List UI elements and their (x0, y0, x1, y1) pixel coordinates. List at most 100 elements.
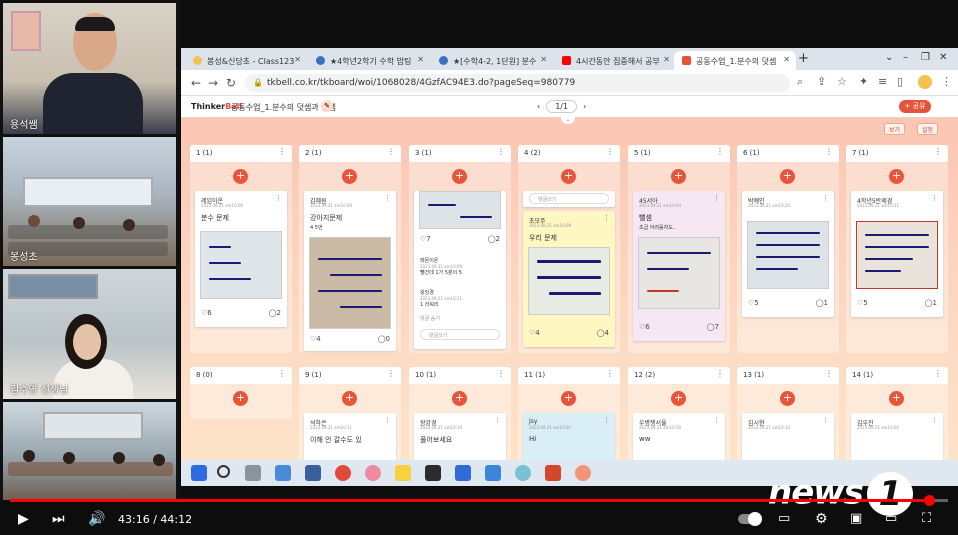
card-menu-icon[interactable]: ⋮ (603, 416, 610, 424)
comment-icon[interactable]: ◯7 (707, 323, 719, 331)
card-menu-icon[interactable]: ⋮ (384, 416, 391, 424)
like-icon[interactable]: ♡4 (310, 335, 321, 343)
post-card[interactable]: 석하은 2023.09.21 am10:11 ⋮ 이해 안 갈수도 있 (304, 413, 396, 460)
add-post-button[interactable]: + (452, 391, 467, 406)
column-menu-icon[interactable]: ⋮ (387, 147, 395, 156)
add-post-button[interactable]: + (233, 169, 248, 184)
comment-input[interactable]: 댓글쓰기 (529, 193, 609, 204)
card-menu-icon[interactable]: ⋮ (931, 194, 938, 202)
autoplay-toggle[interactable] (738, 512, 762, 526)
card-menu-icon[interactable]: ⋮ (384, 194, 391, 202)
comment-icon[interactable]: ◯1 (816, 299, 828, 307)
column-menu-icon[interactable]: ⋮ (825, 147, 833, 156)
column-menu-icon[interactable]: ⋮ (606, 369, 614, 378)
app-icon[interactable] (575, 465, 591, 481)
post-card[interactable]: 우병쟁서율 2023.09.21 am10:10 ⋮ ww (633, 413, 725, 460)
add-post-button[interactable]: + (780, 391, 795, 406)
card-menu-icon[interactable]: ⋮ (603, 214, 610, 222)
new-tab-button[interactable]: + (798, 51, 809, 66)
column-menu-icon[interactable]: ⋮ (716, 147, 724, 156)
add-post-button[interactable]: + (342, 391, 357, 406)
post-card[interactable]: ♡7 ◯2 레몬이온 2023.09.21 am10:09 뺄건데 1가 5분의 5… (414, 191, 506, 349)
share-button[interactable]: + 공유 (899, 100, 931, 113)
close-icon[interactable]: ✕ (663, 55, 670, 64)
card-menu-icon[interactable]: ⋮ (713, 194, 720, 202)
post-photo[interactable] (856, 221, 938, 289)
card-menu-icon[interactable]: ⋮ (713, 416, 720, 424)
column-menu-icon[interactable]: ⋮ (934, 369, 942, 378)
post-photo[interactable] (638, 237, 720, 309)
volume-icon[interactable]: 🔊 (88, 511, 105, 527)
post-card[interactable]: 왕강경 2023.09.21 am10:19 ⋮ 풀어보세요 (414, 413, 506, 460)
hide-comments-link[interactable]: 댓글 숨기 (420, 315, 440, 322)
post-card[interactable]: 4학년5반제경 2023.09.21 am10:11 ⋮ ♡5 ◯1 (851, 191, 943, 317)
browser-tab-2[interactable]: ★4학년2학기 수학 밥팅 ✕ (308, 51, 430, 70)
comment-icon[interactable]: ◯2 (269, 309, 281, 317)
column-menu-icon[interactable]: ⋮ (387, 369, 395, 378)
forward-icon[interactable]: → (208, 76, 218, 90)
scrubber-handle[interactable] (924, 495, 936, 506)
next-icon[interactable]: ⏭ (52, 511, 65, 527)
post-card[interactable]: 레임이온 2023.09.21 am10:00 ⋮ 분수 문제 ♡6 ◯2 (195, 191, 287, 327)
zoom-icon[interactable]: ⌕ (797, 75, 803, 89)
comment-icon[interactable]: ◯4 (597, 329, 609, 337)
add-post-button[interactable]: + (889, 169, 904, 184)
like-icon[interactable]: ♡5 (748, 299, 759, 307)
task-view-icon[interactable] (245, 465, 261, 481)
settings-gear-icon[interactable]: ⚙ (815, 511, 828, 527)
play-icon[interactable]: ▶ (18, 511, 29, 527)
next-page-icon[interactable]: › (583, 102, 586, 111)
close-icon[interactable]: ✕ (783, 55, 790, 64)
side-panel-icon[interactable]: ▯ (897, 75, 903, 88)
app-icon[interactable] (275, 465, 291, 481)
browser-tab-5[interactable]: 공동수업_1.분수의 덧셈 ✕ (674, 51, 796, 70)
chrome-icon[interactable] (335, 465, 351, 481)
post-card[interactable]: 김시현 2023.09.21 am10:13 ⋮ (742, 413, 834, 460)
profile-avatar[interactable] (918, 75, 932, 89)
app-icon[interactable] (455, 465, 471, 481)
app-icon[interactable] (425, 465, 441, 481)
browser-tab-1[interactable]: 봉성&신당초 - Class123 ✕ (185, 51, 307, 70)
maximize-icon[interactable]: ❐ (921, 52, 930, 63)
theater-mode-icon[interactable]: ▭ (885, 511, 897, 526)
like-icon[interactable]: ♡5 (857, 299, 868, 307)
close-window-icon[interactable]: ✕ (939, 52, 947, 63)
add-post-button[interactable]: + (780, 169, 795, 184)
comment-icon[interactable]: ◯2 (488, 235, 500, 243)
close-icon[interactable]: ✕ (540, 55, 547, 64)
back-icon[interactable]: ← (191, 76, 201, 90)
card-menu-icon[interactable]: ⋮ (275, 194, 282, 202)
windows-start-icon[interactable] (191, 465, 207, 481)
card-menu-icon[interactable]: ⋮ (931, 416, 938, 424)
comment-input[interactable]: 댓글쓰기 (420, 329, 500, 340)
settings-button[interactable]: 설정 (917, 123, 939, 135)
tab-search-icon[interactable]: ⌄ (885, 52, 893, 63)
column-menu-icon[interactable]: ⋮ (278, 147, 286, 156)
column-menu-icon[interactable]: ⋮ (825, 369, 833, 378)
column-menu-icon[interactable]: ⋮ (934, 147, 942, 156)
card-menu-icon[interactable]: ⋮ (822, 194, 829, 202)
post-card[interactable]: 김혜원 2023.09.21 am10:09 ⋮ 강아지문제 4 5번 ♡4 ◯… (304, 191, 396, 351)
minimize-icon[interactable]: – (903, 52, 908, 63)
add-post-button[interactable]: + (561, 169, 576, 184)
bookmark-star-icon[interactable]: ☆ (837, 75, 847, 88)
fullscreen-icon[interactable]: ⛶ (922, 511, 931, 526)
close-icon[interactable]: ✕ (417, 55, 424, 64)
close-icon[interactable]: ✕ (294, 55, 301, 64)
add-post-button[interactable]: + (671, 169, 686, 184)
post-photo[interactable] (747, 221, 829, 289)
add-post-button[interactable]: + (561, 391, 576, 406)
column-menu-icon[interactable]: ⋮ (497, 147, 505, 156)
add-post-button[interactable]: + (452, 169, 467, 184)
like-icon[interactable]: ♡7 (420, 235, 431, 243)
app-icon[interactable] (515, 465, 531, 481)
reading-list-icon[interactable]: ≡ (878, 75, 887, 88)
menu-dots-icon[interactable]: ⋮ (941, 75, 952, 88)
extensions-icon[interactable]: ✦ (859, 75, 868, 88)
browser-tab-4[interactable]: 4시간동안 집중해서 공부 ✕ (554, 51, 676, 70)
subtitles-icon[interactable]: ▭ (778, 511, 790, 526)
app-icon[interactable] (485, 465, 501, 481)
post-card[interactable]: 초모주 2023.09.21 am10:08 ⋮ 우리 문제 ♡4 ◯4 (523, 211, 615, 347)
search-icon[interactable] (217, 465, 230, 478)
column-menu-icon[interactable]: ⋮ (278, 369, 286, 378)
